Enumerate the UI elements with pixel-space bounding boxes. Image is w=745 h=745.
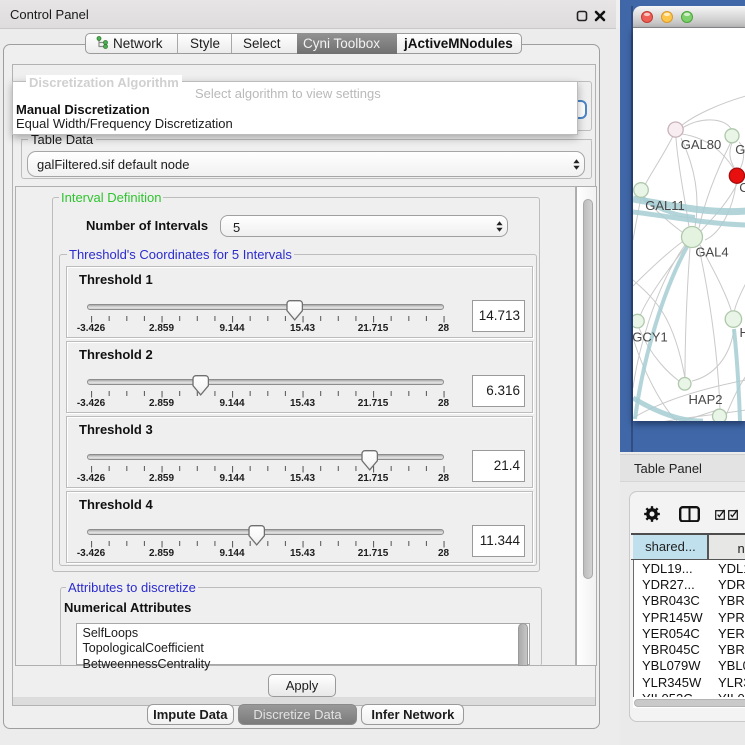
svg-text:GAL: GAL — [735, 142, 745, 157]
svg-text:HAP2: HAP2 — [688, 392, 722, 407]
svg-text:CD: CD — [739, 180, 745, 195]
svg-text:HIS: HIS — [739, 325, 745, 340]
svg-text:GAL4: GAL4 — [695, 244, 728, 259]
svg-text:GAL80: GAL80 — [680, 137, 720, 152]
svg-text:GCY1: GCY1 — [633, 329, 668, 344]
svg-text:GAL11: GAL11 — [645, 198, 685, 213]
